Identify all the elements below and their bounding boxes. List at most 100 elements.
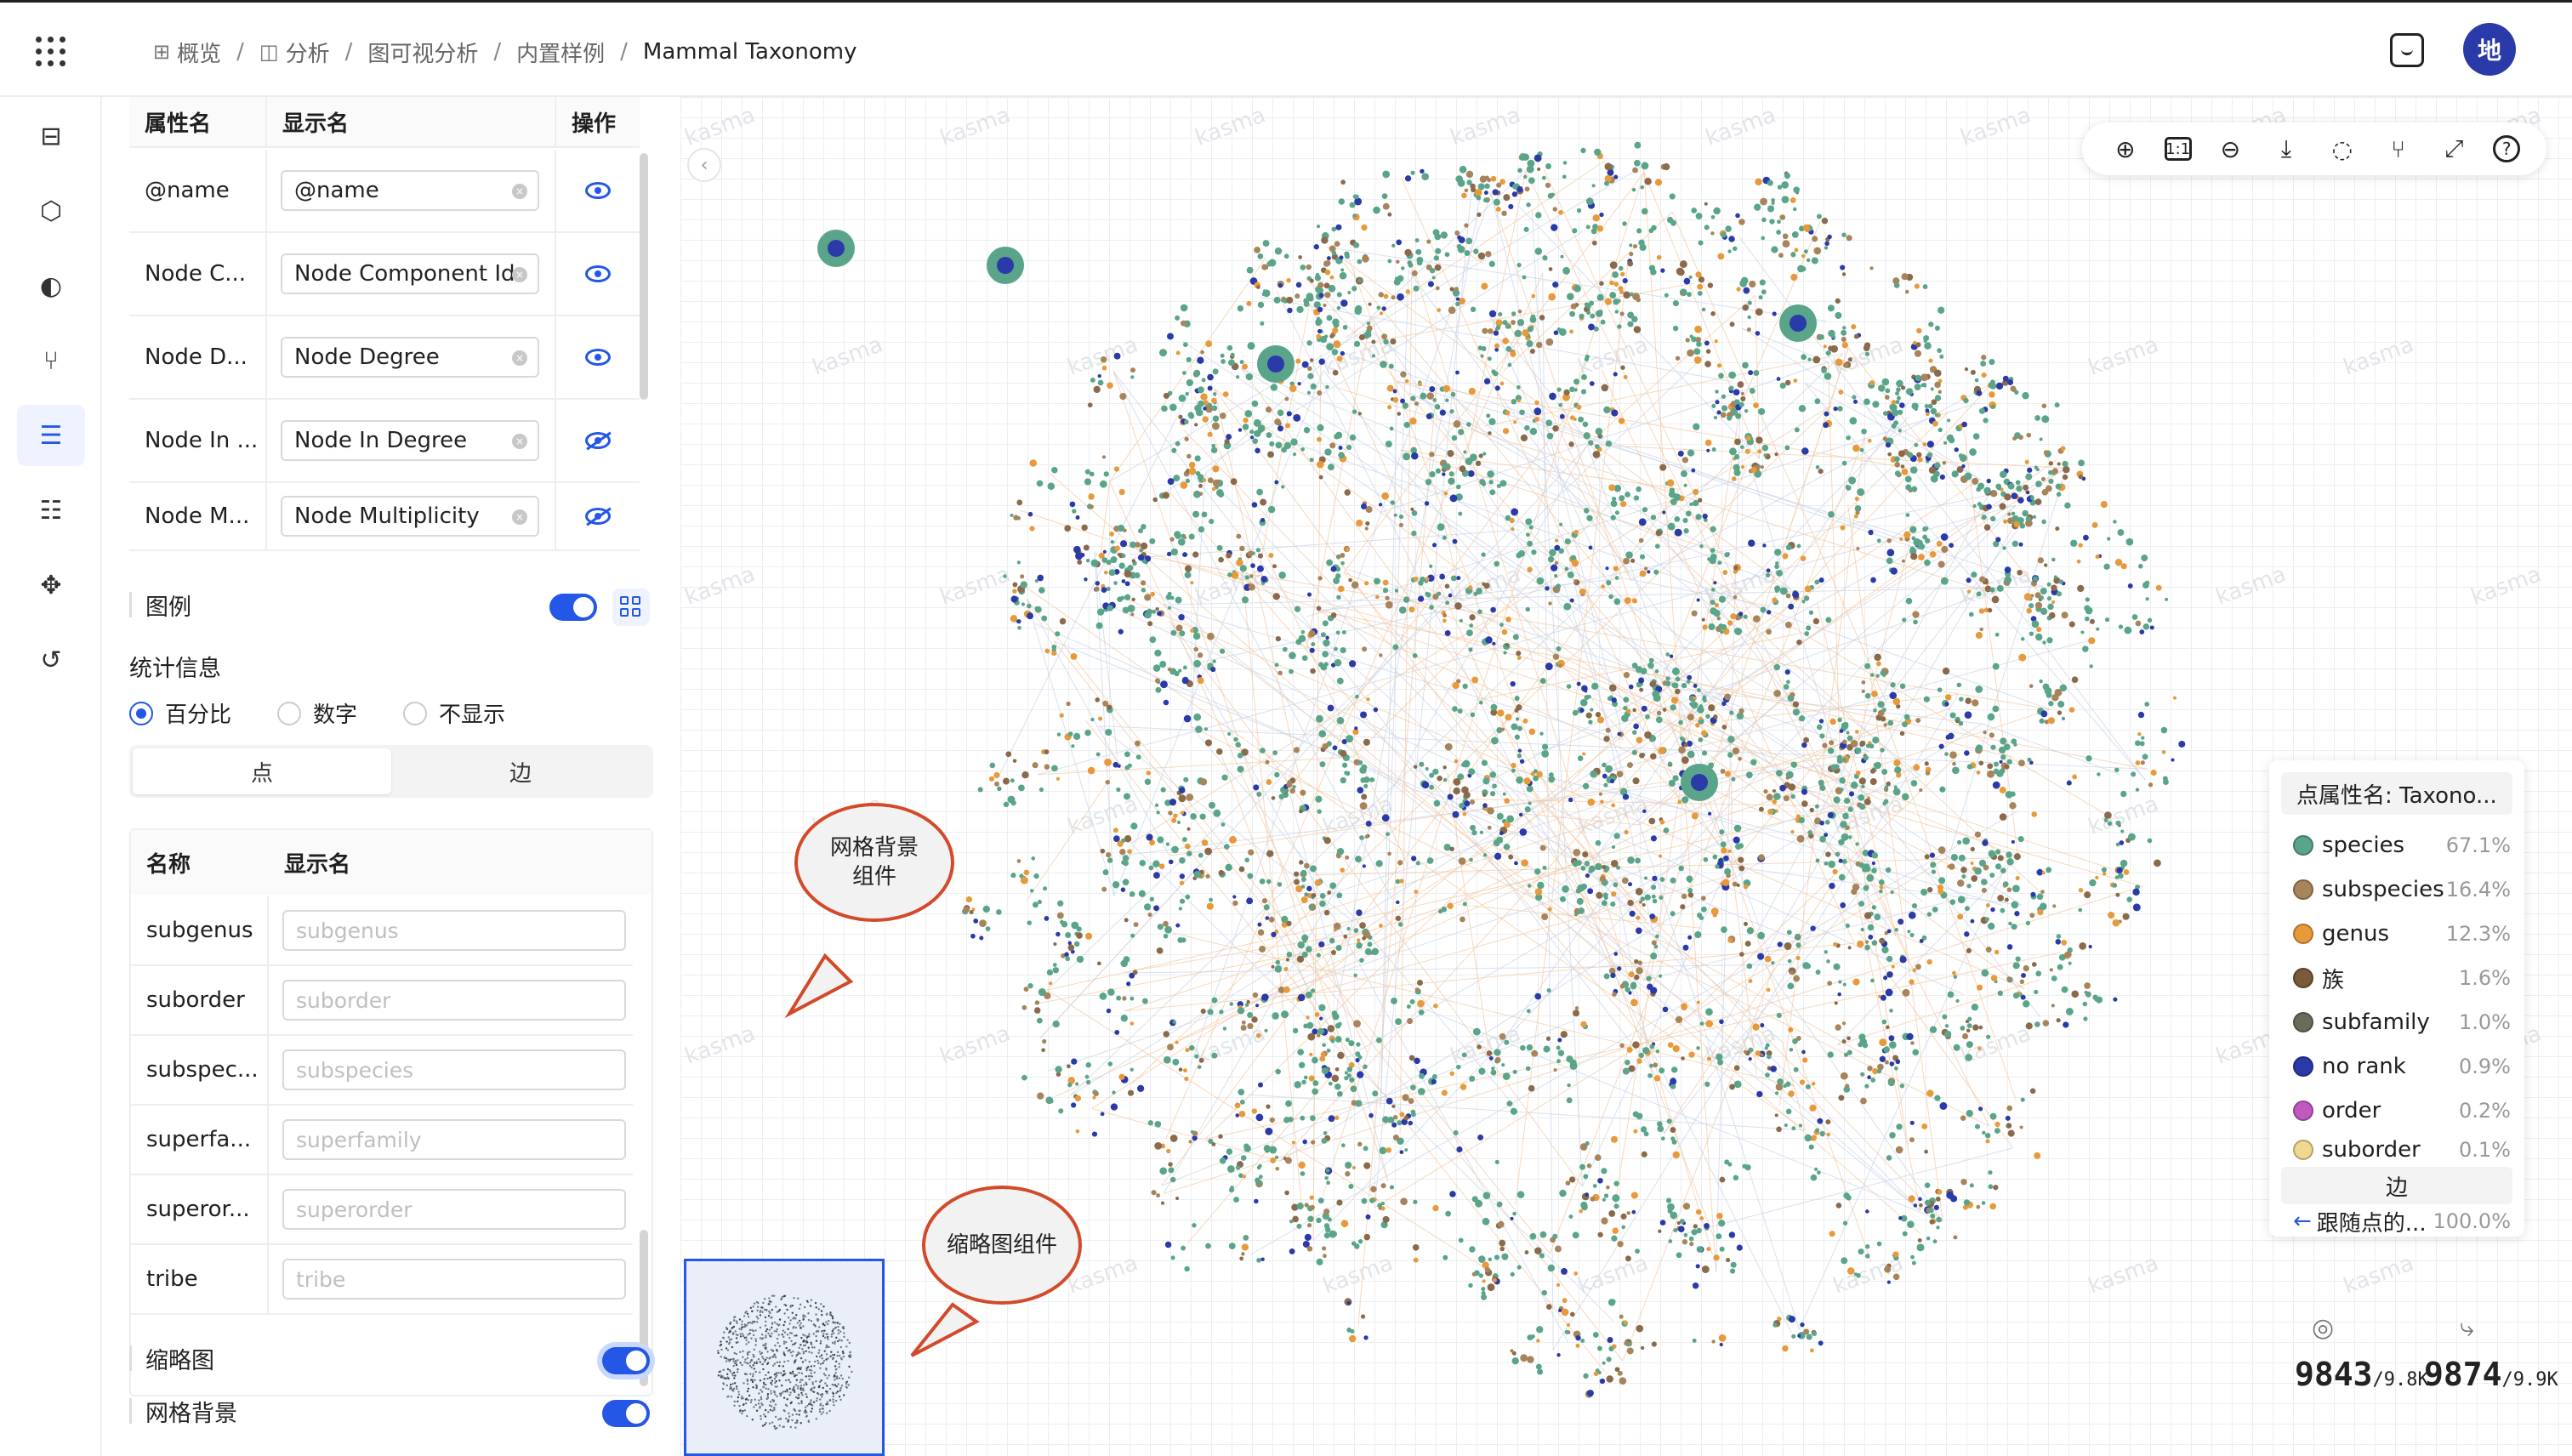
- display-name-input[interactable]: subspecies: [282, 1049, 626, 1090]
- name-row: subspec... subspecies: [131, 1036, 633, 1106]
- legend-toggle[interactable]: [549, 594, 597, 621]
- apps-grid-icon[interactable]: [34, 35, 68, 69]
- legend-item[interactable]: genus 12.3%: [2293, 917, 2511, 951]
- grid-background-toggle[interactable]: [602, 1400, 650, 1427]
- zoom-out-icon[interactable]: ⊖: [2213, 132, 2247, 166]
- col-attr-name: 属性名: [129, 97, 267, 146]
- eye-off-icon[interactable]: [585, 432, 611, 449]
- breadcrumb-builtin-samples[interactable]: 内置样例: [516, 37, 605, 68]
- legend-swatch: [2293, 1140, 2313, 1160]
- breadcrumb: ⊞ 概览 / ◫ 分析 / 图可视分析 / 内置样例 / Mammal Taxo…: [153, 33, 856, 71]
- display-name-input[interactable]: Node Component Id ×: [281, 253, 539, 294]
- legend-item[interactable]: suborder 0.1%: [2293, 1133, 2511, 1167]
- chart-icon: ◫: [259, 40, 279, 64]
- attr-name: Node C...: [129, 233, 267, 315]
- cube-icon[interactable]: ⬡: [17, 180, 85, 242]
- attr-table-header: 属性名 显示名 操作: [129, 97, 640, 148]
- display-name-input[interactable]: superorder: [282, 1189, 626, 1230]
- display-name-input[interactable]: suborder: [282, 980, 626, 1021]
- plugin-icon[interactable]: ✥: [17, 555, 85, 616]
- stats-radio-group: 百分比 数字 不显示: [129, 697, 505, 729]
- attr-row: @name @name ×: [129, 150, 640, 233]
- clear-icon[interactable]: ×: [512, 267, 527, 282]
- branch-icon[interactable]: ⑂: [17, 330, 85, 391]
- minimap-toggle[interactable]: [602, 1347, 650, 1374]
- name-row: superor... superorder: [131, 1175, 633, 1245]
- display-name-input[interactable]: @name ×: [281, 170, 539, 211]
- eye-off-icon[interactable]: [585, 508, 611, 525]
- actual-size-icon[interactable]: 1:1: [2164, 137, 2192, 161]
- breadcrumb-overview[interactable]: ⊞ 概览: [153, 37, 221, 68]
- legend-edge-title: 边: [2281, 1167, 2512, 1204]
- attr-row: Node In ... Node In Degree ×: [129, 400, 640, 483]
- radio-hidden[interactable]: [403, 701, 428, 725]
- minimap-callout: 缩略图组件: [922, 1186, 1082, 1305]
- node-edge-tabs: 点 边: [129, 745, 653, 798]
- legend-item[interactable]: species 67.1%: [2293, 828, 2511, 862]
- fullscreen-icon[interactable]: ⤢: [2437, 132, 2471, 166]
- breadcrumb-separator: /: [236, 39, 244, 65]
- display-name-input[interactable]: Node In Degree ×: [281, 420, 539, 461]
- legend-item[interactable]: no rank 0.9%: [2293, 1049, 2511, 1083]
- breadcrumb-analysis[interactable]: ◫ 分析: [259, 37, 330, 68]
- name-table-header: 名称 显示名: [131, 830, 652, 895]
- display-name-input[interactable]: Node Degree ×: [281, 337, 539, 378]
- palette-icon[interactable]: ◐: [17, 255, 85, 316]
- settings-sliders-icon[interactable]: ☰: [17, 405, 85, 466]
- legend-item[interactable]: 族 1.6%: [2293, 961, 2511, 995]
- eye-icon[interactable]: [585, 182, 611, 199]
- legend-edge-item[interactable]: ← 跟随点的... 100.0%: [2293, 1204, 2511, 1238]
- legend-item[interactable]: subspecies 16.4%: [2293, 873, 2511, 907]
- clear-icon[interactable]: ×: [512, 509, 527, 525]
- radio-number[interactable]: [277, 701, 302, 725]
- message-icon[interactable]: [2390, 33, 2424, 67]
- stats-label: 统计信息: [129, 656, 221, 682]
- left-sidebar: ⊟ ⬡ ◐ ⑂ ☰ ☷ ✥ ↺: [0, 97, 102, 1456]
- attr-row: Node M... Node Multiplicity ×: [129, 483, 640, 551]
- clear-icon[interactable]: ×: [512, 184, 527, 199]
- breadcrumb-separator: /: [344, 39, 353, 65]
- breadcrumb-graph-analysis[interactable]: 图可视分析: [367, 37, 478, 68]
- minimap-graph: [717, 1294, 853, 1430]
- zoom-in-icon[interactable]: ⊕: [2108, 132, 2142, 166]
- graph-edges: [999, 160, 2148, 1375]
- legend-swatch: [2293, 1101, 2313, 1121]
- legend-item[interactable]: subfamily 1.0%: [2293, 1005, 2511, 1039]
- history-icon[interactable]: ↺: [17, 629, 85, 691]
- col-display-name: 显示名: [267, 97, 556, 146]
- radio-percent[interactable]: [129, 701, 153, 725]
- tab-node[interactable]: 点: [133, 748, 391, 794]
- search-list-icon[interactable]: ☷: [17, 480, 85, 541]
- display-name-input[interactable]: subgenus: [282, 910, 626, 951]
- display-name-table: 名称 显示名 subgenus subgenus suborder subord…: [129, 828, 653, 1396]
- graph-toolbar: ⊕ 1:1 ⊖ ⤓ ◌ ⑂ ⤢ ?: [2082, 122, 2546, 175]
- legend-swatch: [2293, 1012, 2313, 1032]
- name-row: superfa... superfamily: [131, 1106, 633, 1175]
- settings-panel: 属性名 显示名 操作 @name @name × Node C... Node C…: [129, 97, 657, 1456]
- layout-icon[interactable]: ⊟: [17, 105, 85, 167]
- help-icon[interactable]: ?: [2493, 135, 2521, 162]
- eye-icon[interactable]: [585, 349, 611, 366]
- minimap-section-label: 缩略图: [129, 1345, 214, 1374]
- display-name-input[interactable]: Node Multiplicity ×: [281, 496, 539, 537]
- clear-icon[interactable]: ×: [512, 434, 527, 449]
- lasso-icon[interactable]: ◌: [2325, 132, 2359, 166]
- minimap[interactable]: [684, 1259, 885, 1456]
- legend-swatch: [2293, 835, 2313, 856]
- minimap-dots: [717, 1294, 853, 1430]
- legend-layout-icon[interactable]: [612, 589, 650, 626]
- tab-edge[interactable]: 边: [391, 748, 650, 794]
- legend-item[interactable]: order 0.2%: [2293, 1094, 2511, 1128]
- display-name-input[interactable]: tribe: [282, 1259, 626, 1300]
- avatar[interactable]: 地: [2463, 23, 2516, 76]
- name-row: suborder suborder: [131, 966, 633, 1036]
- attr-name: Node In ...: [129, 400, 267, 481]
- display-name-input[interactable]: superfamily: [282, 1119, 626, 1160]
- node-count: 9843/9.8K: [2295, 1356, 2429, 1393]
- eye-icon[interactable]: [585, 265, 611, 282]
- clear-icon[interactable]: ×: [512, 350, 527, 366]
- path-select-icon[interactable]: ⑂: [2381, 132, 2416, 166]
- download-icon[interactable]: ⤓: [2269, 132, 2303, 166]
- graph-canvas[interactable]: kasma kasma kasma kasma kasma kasma kasma kasma…: [680, 97, 2572, 1456]
- attr-table-scrollbar[interactable]: [640, 153, 648, 400]
